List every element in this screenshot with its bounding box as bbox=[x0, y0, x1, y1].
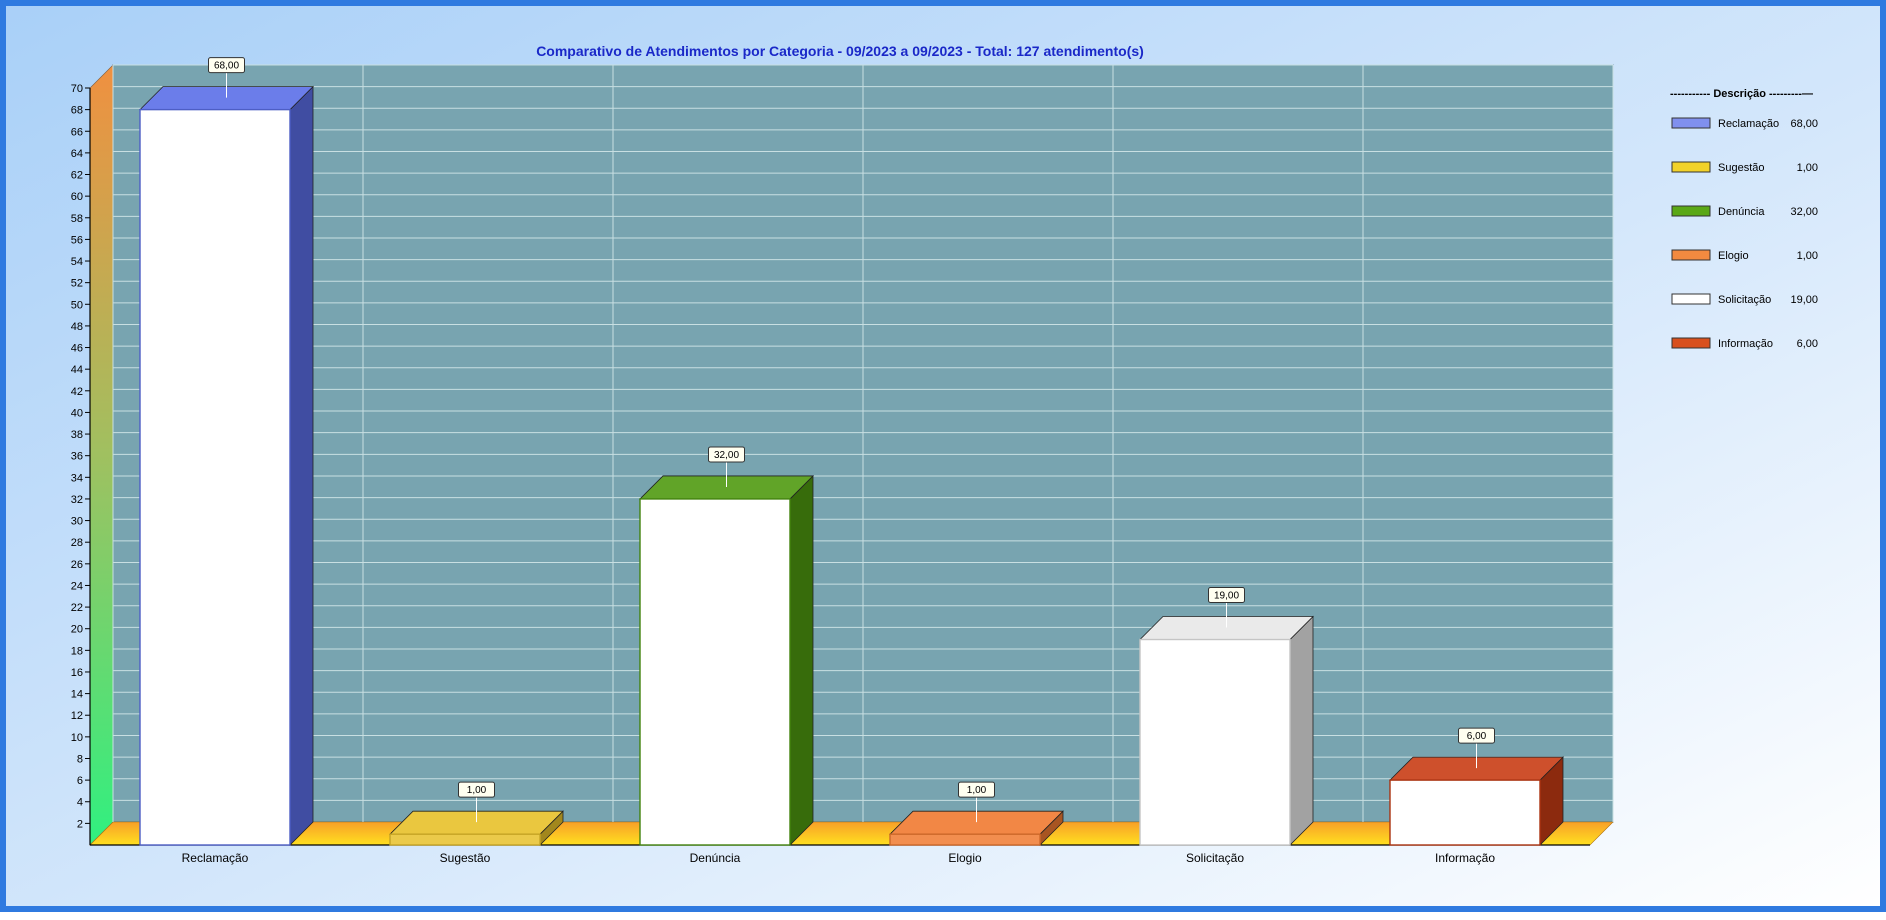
legend-entry-5: Informação 6,00 bbox=[1671, 337, 1818, 350]
legend-entry-value: 1,00 bbox=[1797, 162, 1818, 174]
y-tick-label: 16 bbox=[71, 667, 83, 679]
legend-swatch bbox=[1671, 249, 1711, 261]
y-tick-label: 50 bbox=[71, 299, 83, 311]
x-tick-label: Elogio bbox=[948, 851, 982, 865]
data-label: 1,00 bbox=[467, 785, 487, 796]
plot-floor bbox=[89, 821, 1614, 846]
y-tick-label: 22 bbox=[71, 602, 83, 614]
legend-swatch bbox=[1671, 117, 1711, 129]
y-tick-label: 52 bbox=[71, 278, 83, 290]
y-tick-label: 54 bbox=[71, 256, 83, 268]
y-tick-label: 40 bbox=[71, 407, 83, 419]
legend-entry-name: Informação bbox=[1718, 338, 1773, 350]
legend-entry-name: Sugestão bbox=[1718, 162, 1764, 174]
legend-entry-name: Reclamação bbox=[1718, 118, 1779, 130]
data-label: 6,00 bbox=[1467, 731, 1487, 742]
data-label: 1,00 bbox=[967, 785, 987, 796]
bar-front-face bbox=[639, 498, 791, 846]
bar-front-face bbox=[389, 833, 541, 846]
y-tick-label: 66 bbox=[71, 126, 83, 138]
y-tick-label: 30 bbox=[71, 516, 83, 528]
data-label: 32,00 bbox=[714, 450, 739, 461]
y-tick-label: 64 bbox=[71, 148, 83, 160]
y-tick-label: 70 bbox=[71, 83, 83, 95]
y-tick-label: 48 bbox=[71, 321, 83, 333]
y-tick-label: 44 bbox=[71, 364, 83, 376]
y-tick-label: 46 bbox=[71, 343, 83, 355]
y-tick-label: 62 bbox=[71, 170, 83, 182]
y-tick-label: 18 bbox=[71, 645, 83, 657]
bar-0: 68,00 bbox=[139, 57, 314, 846]
y-tick-label: 26 bbox=[71, 559, 83, 571]
data-label: 19,00 bbox=[1214, 591, 1239, 602]
legend-entry-name: Denúncia bbox=[1718, 206, 1765, 218]
legend-entry-0: Reclamação 68,00 bbox=[1671, 117, 1818, 130]
legend-entry-value: 68,00 bbox=[1790, 118, 1818, 130]
legend-swatch bbox=[1671, 161, 1711, 173]
legend-entry-4: Solicitação 19,00 bbox=[1671, 293, 1818, 306]
bar-side-face bbox=[289, 85, 314, 846]
bar-4: 19,00 bbox=[1139, 587, 1314, 846]
x-tick-label: Informação bbox=[1435, 851, 1495, 865]
y-tick-label: 2 bbox=[77, 818, 83, 830]
y-tick-label: 8 bbox=[77, 753, 83, 765]
plot-left-wall bbox=[89, 64, 114, 846]
y-tick-label: 4 bbox=[77, 797, 83, 809]
y-tick-label: 56 bbox=[71, 234, 83, 246]
legend-swatch bbox=[1671, 293, 1711, 305]
y-tick-label: 6 bbox=[77, 775, 83, 787]
legend-entry-value: 1,00 bbox=[1797, 250, 1818, 262]
x-tick-label: Solicitação bbox=[1186, 851, 1244, 865]
y-tick-label: 60 bbox=[71, 191, 83, 203]
y-tick-label: 34 bbox=[71, 472, 83, 484]
legend-entry-2: Denúncia 32,00 bbox=[1671, 205, 1818, 218]
y-tick-label: 24 bbox=[71, 580, 83, 592]
y-tick-label: 14 bbox=[71, 689, 83, 701]
legend-swatch bbox=[1671, 205, 1711, 217]
y-tick-label: 20 bbox=[71, 624, 83, 636]
bar-front-face bbox=[1389, 779, 1541, 846]
legend-entry-name: Solicitação bbox=[1718, 294, 1771, 306]
y-tick-label: 36 bbox=[71, 451, 83, 463]
y-tick-label: 10 bbox=[71, 732, 83, 744]
chart-window: Comparativo de Atendimentos por Categori… bbox=[0, 0, 1886, 915]
legend-entry-value: 19,00 bbox=[1790, 294, 1818, 306]
legend-entry-value: 32,00 bbox=[1790, 206, 1818, 218]
y-tick-label: 38 bbox=[71, 429, 83, 441]
bar-front-face bbox=[139, 108, 291, 846]
legend-entry-name: Elogio bbox=[1718, 250, 1749, 262]
bar-front-face bbox=[1139, 638, 1291, 846]
bar-side-face bbox=[789, 474, 814, 846]
x-tick-label: Denúncia bbox=[690, 851, 741, 865]
legend-title: ----------- Descrição ---------— bbox=[1670, 88, 1813, 100]
x-tick-label: Sugestão bbox=[440, 851, 491, 865]
legend-entry-value: 6,00 bbox=[1797, 338, 1818, 350]
y-tick-label: 12 bbox=[71, 710, 83, 722]
bar-chart: Comparativo de Atendimentos por Categori… bbox=[0, 0, 1886, 912]
y-tick-label: 68 bbox=[71, 105, 83, 117]
bar-side-face bbox=[1289, 615, 1314, 846]
y-tick-label: 28 bbox=[71, 537, 83, 549]
legend-swatch bbox=[1671, 337, 1711, 349]
bar-front-face bbox=[889, 833, 1041, 846]
chart-title: Comparativo de Atendimentos por Categori… bbox=[536, 43, 1144, 59]
y-tick-label: 58 bbox=[71, 213, 83, 225]
bar-2: 32,00 bbox=[639, 446, 814, 846]
x-tick-label: Reclamação bbox=[182, 851, 249, 865]
y-tick-label: 42 bbox=[71, 386, 83, 398]
legend-entry-1: Sugestão 1,00 bbox=[1671, 161, 1818, 174]
legend-entry-3: Elogio 1,00 bbox=[1671, 249, 1818, 262]
data-label: 68,00 bbox=[214, 61, 239, 72]
y-tick-label: 32 bbox=[71, 494, 83, 506]
